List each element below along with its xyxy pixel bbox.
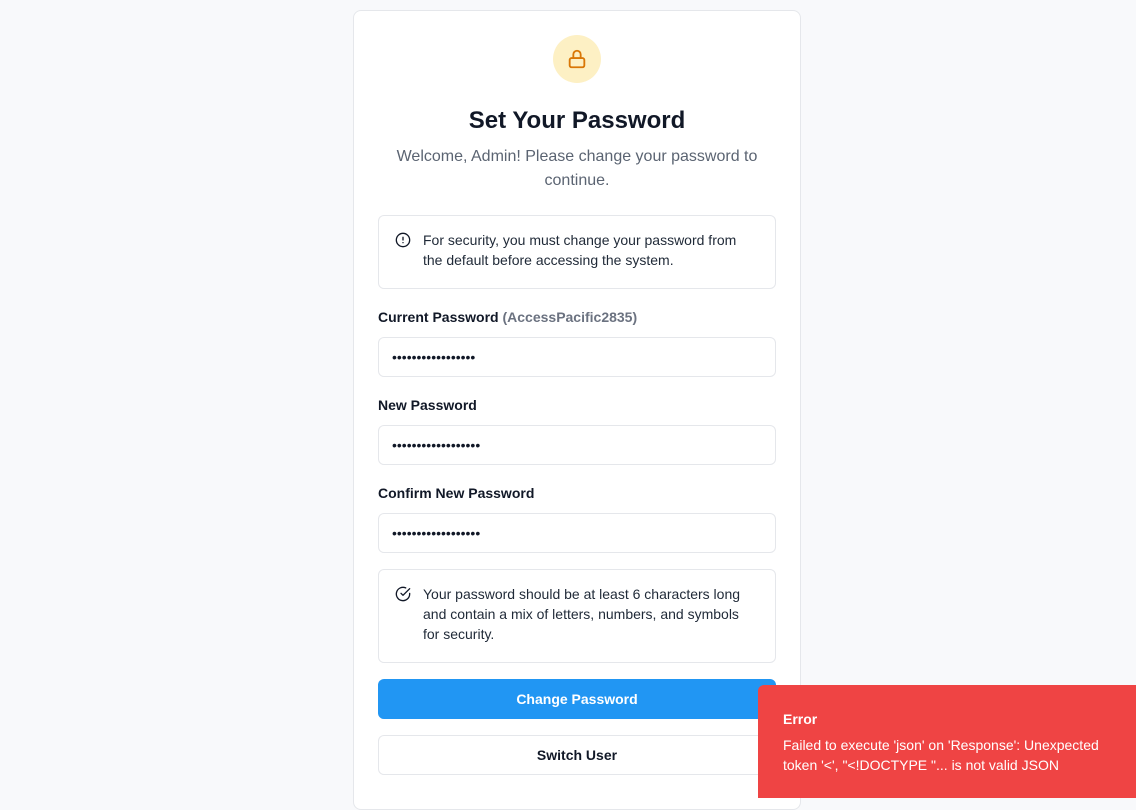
confirm-password-input[interactable]: •••••••••••••••••• bbox=[378, 513, 776, 553]
lock-icon bbox=[568, 49, 586, 69]
password-rule-notice: Your password should be at least 6 chara… bbox=[378, 569, 776, 663]
current-password-label: Current Password (AccessPacific2835) bbox=[378, 309, 637, 325]
check-circle-icon bbox=[395, 586, 411, 602]
error-toast-title: Error bbox=[783, 711, 818, 727]
new-password-input[interactable]: •••••••••••••••••• bbox=[378, 425, 776, 465]
current-password-hint: (AccessPacific2835) bbox=[502, 309, 638, 325]
change-password-button[interactable]: Change Password bbox=[378, 679, 776, 719]
new-password-label: New Password bbox=[378, 397, 477, 413]
error-toast[interactable]: Error Failed to execute 'json' on 'Respo… bbox=[758, 685, 1136, 798]
error-toast-message: Failed to execute 'json' on 'Response': … bbox=[783, 737, 1099, 773]
confirm-password-value: •••••••••••••••••• bbox=[392, 525, 481, 541]
alert-circle-icon bbox=[395, 232, 411, 248]
password-rule-text: Your password should be at least 6 chara… bbox=[423, 586, 741, 642]
page-subtitle: Welcome, Admin! Please change your passw… bbox=[396, 148, 758, 189]
security-notice-text: For security, you must change your passw… bbox=[423, 232, 737, 268]
password-card: Set Your Password Welcome, Admin! Please… bbox=[353, 10, 801, 810]
current-password-value: ••••••••••••••••• bbox=[392, 349, 476, 365]
page-title: Set Your Password bbox=[468, 107, 686, 134]
lock-badge bbox=[553, 35, 601, 83]
current-password-label-text: Current Password bbox=[378, 309, 499, 325]
switch-user-button[interactable]: Switch User bbox=[378, 735, 776, 775]
new-password-value: •••••••••••••••••• bbox=[392, 437, 481, 453]
confirm-password-label: Confirm New Password bbox=[378, 485, 535, 501]
current-password-input[interactable]: ••••••••••••••••• bbox=[378, 337, 776, 377]
security-notice: For security, you must change your passw… bbox=[378, 215, 776, 289]
